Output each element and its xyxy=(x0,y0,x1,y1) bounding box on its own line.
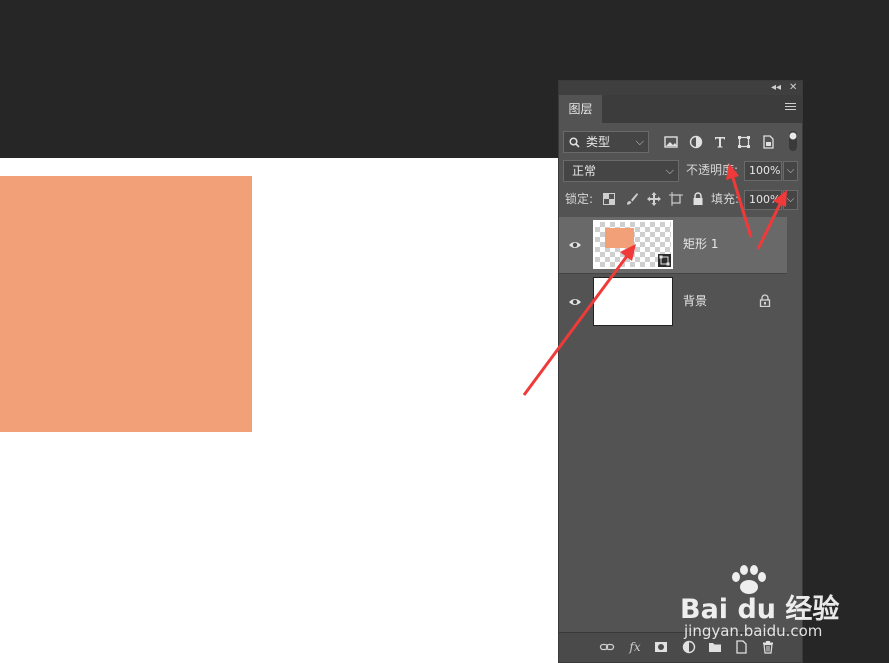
opacity-input[interactable]: 100% xyxy=(744,161,782,181)
adjustment-filter-icon[interactable] xyxy=(688,134,704,150)
chevron-down-icon: ⌵ xyxy=(665,164,674,177)
rectangle-thumbnail-shape xyxy=(605,228,634,248)
fill-dropdown-button[interactable]: ⌵ xyxy=(783,190,798,210)
panel-title-bar: ◂◂ ✕ xyxy=(559,81,802,95)
filter-toggle-switch[interactable] xyxy=(788,130,798,152)
lock-artboard-icon[interactable] xyxy=(668,191,684,207)
lock-image-pixels-icon[interactable] xyxy=(624,191,640,207)
layer-thumbnail-rectangle xyxy=(593,220,673,269)
watermark-url: jingyan.baidu.com xyxy=(684,622,823,640)
filter-type-label: 类型 xyxy=(586,135,611,149)
search-icon xyxy=(569,137,580,148)
hamburger-menu-icon[interactable] xyxy=(785,103,796,113)
double-chevron-left-icon[interactable]: ◂◂ xyxy=(771,81,781,95)
chevron-down-icon: ⌵ xyxy=(635,135,644,148)
lock-transparent-pixels-icon[interactable] xyxy=(601,191,617,207)
watermark-brand: Bai du 经验 xyxy=(680,594,840,625)
layer-name-background[interactable]: 背景 xyxy=(683,292,707,310)
layer-name-rectangle[interactable]: 矩形 1 xyxy=(683,235,718,253)
rectangle-shape[interactable] xyxy=(0,176,252,432)
smart-object-filter-icon[interactable] xyxy=(760,134,776,150)
shape-layer-badge-icon xyxy=(658,254,671,267)
mask-icon[interactable] xyxy=(653,639,669,655)
link-icon[interactable] xyxy=(599,639,615,655)
eye-icon[interactable] xyxy=(568,238,582,252)
blend-mode-value: 正常 xyxy=(572,164,597,178)
lock-all-icon[interactable] xyxy=(690,191,706,207)
layer-thumbnail-background xyxy=(593,277,673,326)
eye-icon[interactable] xyxy=(568,295,582,309)
fill-input[interactable]: 100% xyxy=(744,190,782,210)
opacity-label: 不透明度: xyxy=(686,163,739,177)
document-canvas[interactable] xyxy=(0,158,560,663)
opacity-dropdown-button[interactable]: ⌵ xyxy=(783,161,798,181)
lock-position-icon[interactable] xyxy=(646,191,662,207)
lock-label: 锁定: xyxy=(565,192,594,206)
blend-mode-dropdown[interactable]: 正常 ⌵ xyxy=(563,160,679,182)
fill-label: 填充: xyxy=(711,192,740,206)
close-icon[interactable]: ✕ xyxy=(789,81,797,95)
layer-filter-dropdown[interactable]: 类型 ⌵ xyxy=(563,131,649,153)
lock-icon[interactable] xyxy=(759,294,771,307)
watermark: Bai du 经验 jingyan.baidu.com xyxy=(680,565,880,645)
layer-row-background[interactable]: 背景 xyxy=(559,273,787,329)
layer-row-rectangle[interactable]: 矩形 1 xyxy=(559,217,787,273)
shape-filter-icon[interactable] xyxy=(736,134,752,150)
text-filter-icon[interactable] xyxy=(712,134,728,150)
tab-layers[interactable]: 图层 xyxy=(559,95,602,123)
fx-icon[interactable]: fx xyxy=(627,639,643,655)
image-filter-icon[interactable] xyxy=(663,134,679,150)
panel-tabs: 图层 xyxy=(559,95,802,123)
